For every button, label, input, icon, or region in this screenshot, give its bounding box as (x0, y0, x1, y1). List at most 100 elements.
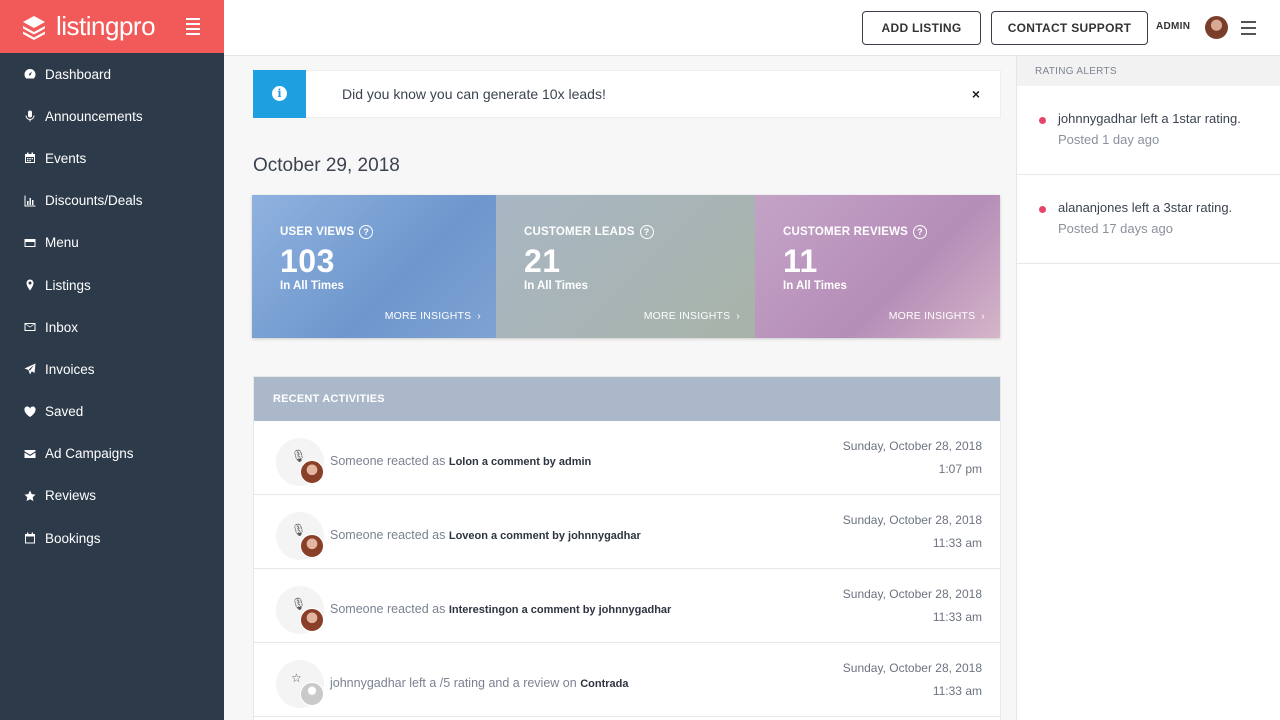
help-icon[interactable]: ? (639, 225, 654, 239)
more-insights-label: MORE INSIGHTS (643, 310, 731, 322)
more-insights-link[interactable]: MORE INSIGHTS › (889, 310, 985, 322)
stat-label: CUSTOMER LEADS? (524, 225, 755, 239)
date-heading: October 29, 2018 (253, 155, 400, 176)
brand-logo[interactable]: listingpro (20, 11, 156, 42)
alert-message: Did you know you can generate 10x leads! (342, 86, 606, 102)
activity-subject: Loveon a comment by johnnygadhar (448, 530, 641, 542)
hamburger-menu-icon[interactable] (1241, 21, 1256, 35)
activity-icons: 🎙 (276, 512, 328, 560)
admin-label[interactable]: ADMIN (1156, 21, 1190, 32)
activity-subject: Contrada (580, 678, 629, 690)
sidebar-item-label: Saved (45, 404, 84, 420)
recent-activities-panel: RECENT ACTIVITIES 🎙 Someone reacted as L… (253, 376, 1001, 720)
activity-icons: 🎙 (276, 586, 328, 634)
rating-alert-item[interactable]: alananjones left a 3star rating. Posted … (1017, 175, 1280, 264)
sidebar-item-label: Invoices (45, 361, 95, 377)
rating-alert-item[interactable]: johnnygadhar left a 1star rating. Posted… (1017, 86, 1280, 175)
help-icon[interactable]: ? (913, 225, 928, 239)
activity-prefix: Someone reacted as (330, 602, 446, 616)
star-outline-icon: ☆ (291, 671, 302, 685)
help-icon[interactable]: ? (359, 225, 374, 239)
sidebar-item-discounts[interactable]: Discounts/Deals (0, 180, 224, 222)
activity-row[interactable]: 🎙 Someone reacted as Lolon a comment by … (254, 421, 1000, 495)
activities-title: RECENT ACTIVITIES (254, 377, 1000, 421)
more-insights-link[interactable]: MORE INSIGHTS › (644, 310, 740, 322)
stat-label-text: USER VIEWS (280, 226, 355, 238)
sidebar-item-label: Dashboard (45, 66, 112, 82)
sidebar-item-listings[interactable]: Listings (0, 264, 224, 306)
microphone-icon: 🎙 (291, 449, 307, 463)
activity-row[interactable]: 🎙 Someone reacted as Interestingon a com… (254, 569, 1000, 643)
sidebar-item-ad-campaigns[interactable]: Ad Campaigns (0, 433, 224, 475)
sidebar-item-saved[interactable]: Saved (0, 391, 224, 433)
stat-label: USER VIEWS? (280, 225, 496, 239)
rating-alert-time: Posted 1 day ago (1058, 132, 1160, 147)
rating-alert-text: johnnygadhar left a 1star rating. (1058, 111, 1241, 126)
map-pin-icon (23, 279, 37, 291)
sidebar-toggle-icon[interactable] (182, 14, 204, 39)
activity-prefix: Someone reacted as (330, 528, 446, 542)
paper-plane-icon (23, 363, 37, 375)
microphone-icon: 🎙 (291, 523, 307, 537)
activity-prefix: johnnygadhar left a /5 rating and a revi… (330, 676, 577, 690)
stat-card-customer-reviews: CUSTOMER REVIEWS? 11 In All Times MORE I… (755, 195, 1000, 338)
chevron-right-icon: › (736, 310, 740, 322)
activity-datetime: Sunday, October 28, 2018 1:07 pm (843, 435, 982, 481)
sidebar-item-reviews[interactable]: Reviews (0, 475, 224, 517)
activity-text: Someone reacted as Interestingon a comme… (330, 602, 671, 616)
stats-cards: USER VIEWS? 103 In All Times MORE INSIGH… (252, 195, 1000, 338)
sidebar-item-bookings[interactable]: Bookings (0, 517, 224, 559)
activity-datetime: Sunday, October 28, 2018 11:33 am (843, 509, 982, 555)
stat-period: In All Times (280, 280, 344, 292)
sidebar-item-label: Menu (45, 235, 79, 251)
activity-row[interactable]: ☆ johnnygadhar left a /5 rating and a re… (254, 643, 1000, 717)
more-insights-label: MORE INSIGHTS (384, 310, 472, 322)
layers-logo-icon (23, 15, 45, 40)
activity-date: Sunday, October 28, 2018 (842, 661, 982, 675)
heart-icon (23, 406, 37, 418)
stat-label-text: CUSTOMER REVIEWS (783, 226, 909, 238)
activity-time: 11:33 am (932, 684, 982, 698)
sidebar-item-label: Announcements (45, 108, 143, 124)
contact-support-button[interactable]: CONTACT SUPPORT (991, 11, 1148, 45)
admin-avatar[interactable] (1205, 16, 1228, 39)
sidebar-item-dashboard[interactable]: Dashboard (0, 53, 224, 95)
rating-alerts-title: RATING ALERTS (1017, 56, 1280, 86)
activity-subject: Interestingon a comment by johnnygadhar (448, 604, 672, 616)
unread-dot-icon (1039, 117, 1046, 124)
sidebar-item-invoices[interactable]: Invoices (0, 348, 224, 390)
more-insights-link[interactable]: MORE INSIGHTS › (385, 310, 481, 322)
close-icon[interactable]: × (972, 86, 980, 102)
sidebar-item-label: Events (45, 150, 87, 166)
activity-time: 11:33 am (932, 610, 982, 624)
chevron-right-icon: › (981, 310, 985, 322)
envelope-icon (23, 321, 37, 333)
sidebar-item-inbox[interactable]: Inbox (0, 306, 224, 348)
sidebar-item-menu[interactable]: Menu (0, 222, 224, 264)
activity-text: Someone reacted as Loveon a comment by j… (330, 528, 641, 542)
chevron-right-icon: › (477, 310, 481, 322)
sidebar-item-announcements[interactable]: Announcements (0, 95, 224, 137)
activity-time: 1:07 pm (938, 462, 982, 476)
add-listing-button[interactable]: ADD LISTING (862, 11, 981, 45)
rating-alerts-panel: RATING ALERTS johnnygadhar left a 1star … (1016, 56, 1280, 720)
activity-date: Sunday, October 28, 2018 (842, 439, 982, 453)
sidebar-item-label: Listings (45, 277, 91, 293)
rating-alert-text: alananjones left a 3star rating. (1058, 200, 1233, 215)
activity-icons: ☆ (276, 660, 328, 708)
stat-value: 11 (783, 243, 818, 279)
activity-row[interactable]: 🎙 Someone reacted as Loveon a comment by… (254, 495, 1000, 569)
brand-name: listingpro (56, 11, 156, 41)
stat-card-user-views: USER VIEWS? 103 In All Times MORE INSIGH… (252, 195, 496, 338)
avatar (300, 608, 324, 632)
activity-icons: 🎙 (276, 438, 328, 486)
activity-text: johnnygadhar left a /5 rating and a revi… (330, 676, 628, 690)
rating-alert-time: Posted 17 days ago (1058, 221, 1173, 236)
activity-date: Sunday, October 28, 2018 (842, 587, 982, 601)
stat-period: In All Times (524, 280, 588, 292)
sidebar-item-events[interactable]: Events (0, 137, 224, 179)
microphone-icon (23, 110, 37, 122)
stat-value: 21 (524, 243, 561, 279)
dashboard-icon (23, 68, 37, 80)
sidebar-item-label: Discounts/Deals (45, 193, 143, 209)
